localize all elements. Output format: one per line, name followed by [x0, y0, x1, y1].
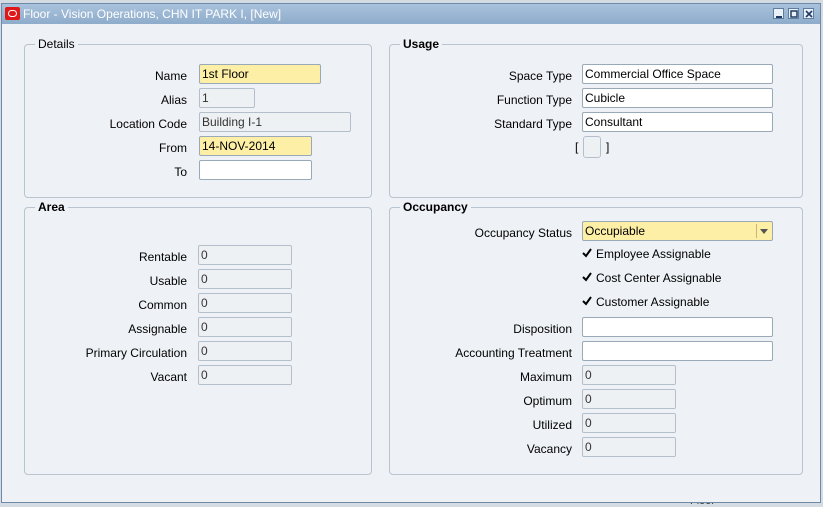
window-body: Details Name 1st Floor Alias 1 Location … — [2, 24, 820, 502]
usable-field[interactable]: 0 — [198, 269, 292, 289]
employee-assignable-label: Employee Assignable — [596, 247, 711, 261]
vacancy-label: Vacancy — [526, 442, 572, 456]
assignable-label: Assignable — [128, 322, 187, 336]
to-label: To — [174, 165, 187, 179]
area-group: Area Rentable 0 Usable 0 Common 0 Assign… — [24, 200, 372, 475]
details-title: Details — [35, 37, 78, 51]
name-label: Name — [154, 69, 187, 83]
occupancy-group: Occupancy Occupancy Status Occupiable Em… — [389, 200, 803, 475]
cost-center-assignable-label: Cost Center Assignable — [596, 271, 722, 285]
function-type-label: Function Type — [496, 93, 572, 107]
function-type-field[interactable]: Cubicle — [582, 88, 773, 108]
close-icon — [805, 10, 813, 18]
usage-group: Usage Space Type Commercial Office Space… — [389, 37, 803, 198]
utilized-label: Utilized — [532, 418, 572, 432]
vacancy-field[interactable]: 0 — [582, 437, 676, 457]
maximum-field[interactable]: 0 — [582, 365, 676, 385]
name-field[interactable]: 1st Floor — [199, 64, 321, 84]
close-button[interactable] — [803, 8, 814, 19]
from-label: From — [159, 141, 187, 155]
maximize-icon — [790, 10, 798, 18]
standard-type-field[interactable]: Consultant — [582, 112, 773, 132]
optimum-label: Optimum — [523, 394, 572, 408]
chevron-down-icon[interactable] — [760, 229, 768, 234]
accounting-treatment-field[interactable] — [582, 341, 773, 361]
flexfield-bracket-open: [ — [575, 140, 579, 154]
space-type-label: Space Type — [508, 69, 572, 83]
primary-circulation-field[interactable]: 0 — [198, 341, 292, 361]
location-code-field[interactable]: Building I-1 — [199, 112, 351, 132]
alias-label: Alias — [160, 93, 187, 107]
maximize-button[interactable] — [788, 8, 799, 19]
rentable-label: Rentable — [138, 250, 187, 264]
space-type-field[interactable]: Commercial Office Space — [582, 64, 773, 84]
window-title: Floor - Vision Operations, CHN IT PARK I… — [23, 7, 282, 21]
usage-title: Usage — [400, 37, 443, 51]
occupancy-status-label: Occupancy Status — [474, 226, 572, 240]
vacant-label: Vacant — [150, 370, 187, 384]
common-label: Common — [138, 298, 187, 312]
flexfield-bracket-close: ] — [606, 140, 610, 154]
customer-assignable-checkbox[interactable] — [581, 295, 593, 307]
location-code-label: Location Code — [109, 117, 187, 131]
minimize-icon — [776, 16, 782, 18]
vacant-field[interactable]: 0 — [198, 365, 292, 385]
common-field[interactable]: 0 — [198, 293, 292, 313]
from-date-field[interactable]: 14-NOV-2014 — [199, 136, 312, 156]
optimum-field[interactable]: 0 — [582, 389, 676, 409]
assignable-field[interactable]: 0 — [198, 317, 292, 337]
dropdown-separator — [756, 224, 757, 238]
disposition-field[interactable] — [582, 317, 773, 337]
primary-circulation-label: Primary Circulation — [85, 346, 187, 360]
occupancy-title: Occupancy — [400, 200, 471, 214]
window-titlebar[interactable]: Floor - Vision Operations, CHN IT PARK I… — [2, 4, 820, 24]
floor-window: Floor - Vision Operations, CHN IT PARK I… — [1, 3, 821, 503]
employee-assignable-checkbox[interactable] — [581, 247, 593, 259]
customer-assignable-label: Customer Assignable — [596, 295, 710, 309]
rentable-field[interactable]: 0 — [198, 245, 292, 265]
to-date-field[interactable] — [199, 160, 312, 180]
descriptive-flexfield[interactable] — [583, 136, 601, 158]
occupancy-status-value: Occupiable — [585, 224, 646, 238]
minimize-button[interactable] — [773, 8, 784, 19]
alias-field[interactable]: 1 — [199, 88, 255, 108]
usable-label: Usable — [149, 274, 187, 288]
accounting-treatment-label: Accounting Treatment — [455, 346, 572, 360]
area-title: Area — [35, 200, 68, 214]
details-group: Details Name 1st Floor Alias 1 Location … — [24, 37, 372, 198]
cost-center-assignable-checkbox[interactable] — [581, 271, 593, 283]
occupancy-status-dropdown[interactable]: Occupiable — [582, 221, 773, 241]
standard-type-label: Standard Type — [494, 117, 572, 131]
oracle-icon — [5, 7, 20, 20]
disposition-label: Disposition — [513, 322, 572, 336]
utilized-field[interactable]: 0 — [582, 413, 676, 433]
maximum-label: Maximum — [519, 370, 572, 384]
